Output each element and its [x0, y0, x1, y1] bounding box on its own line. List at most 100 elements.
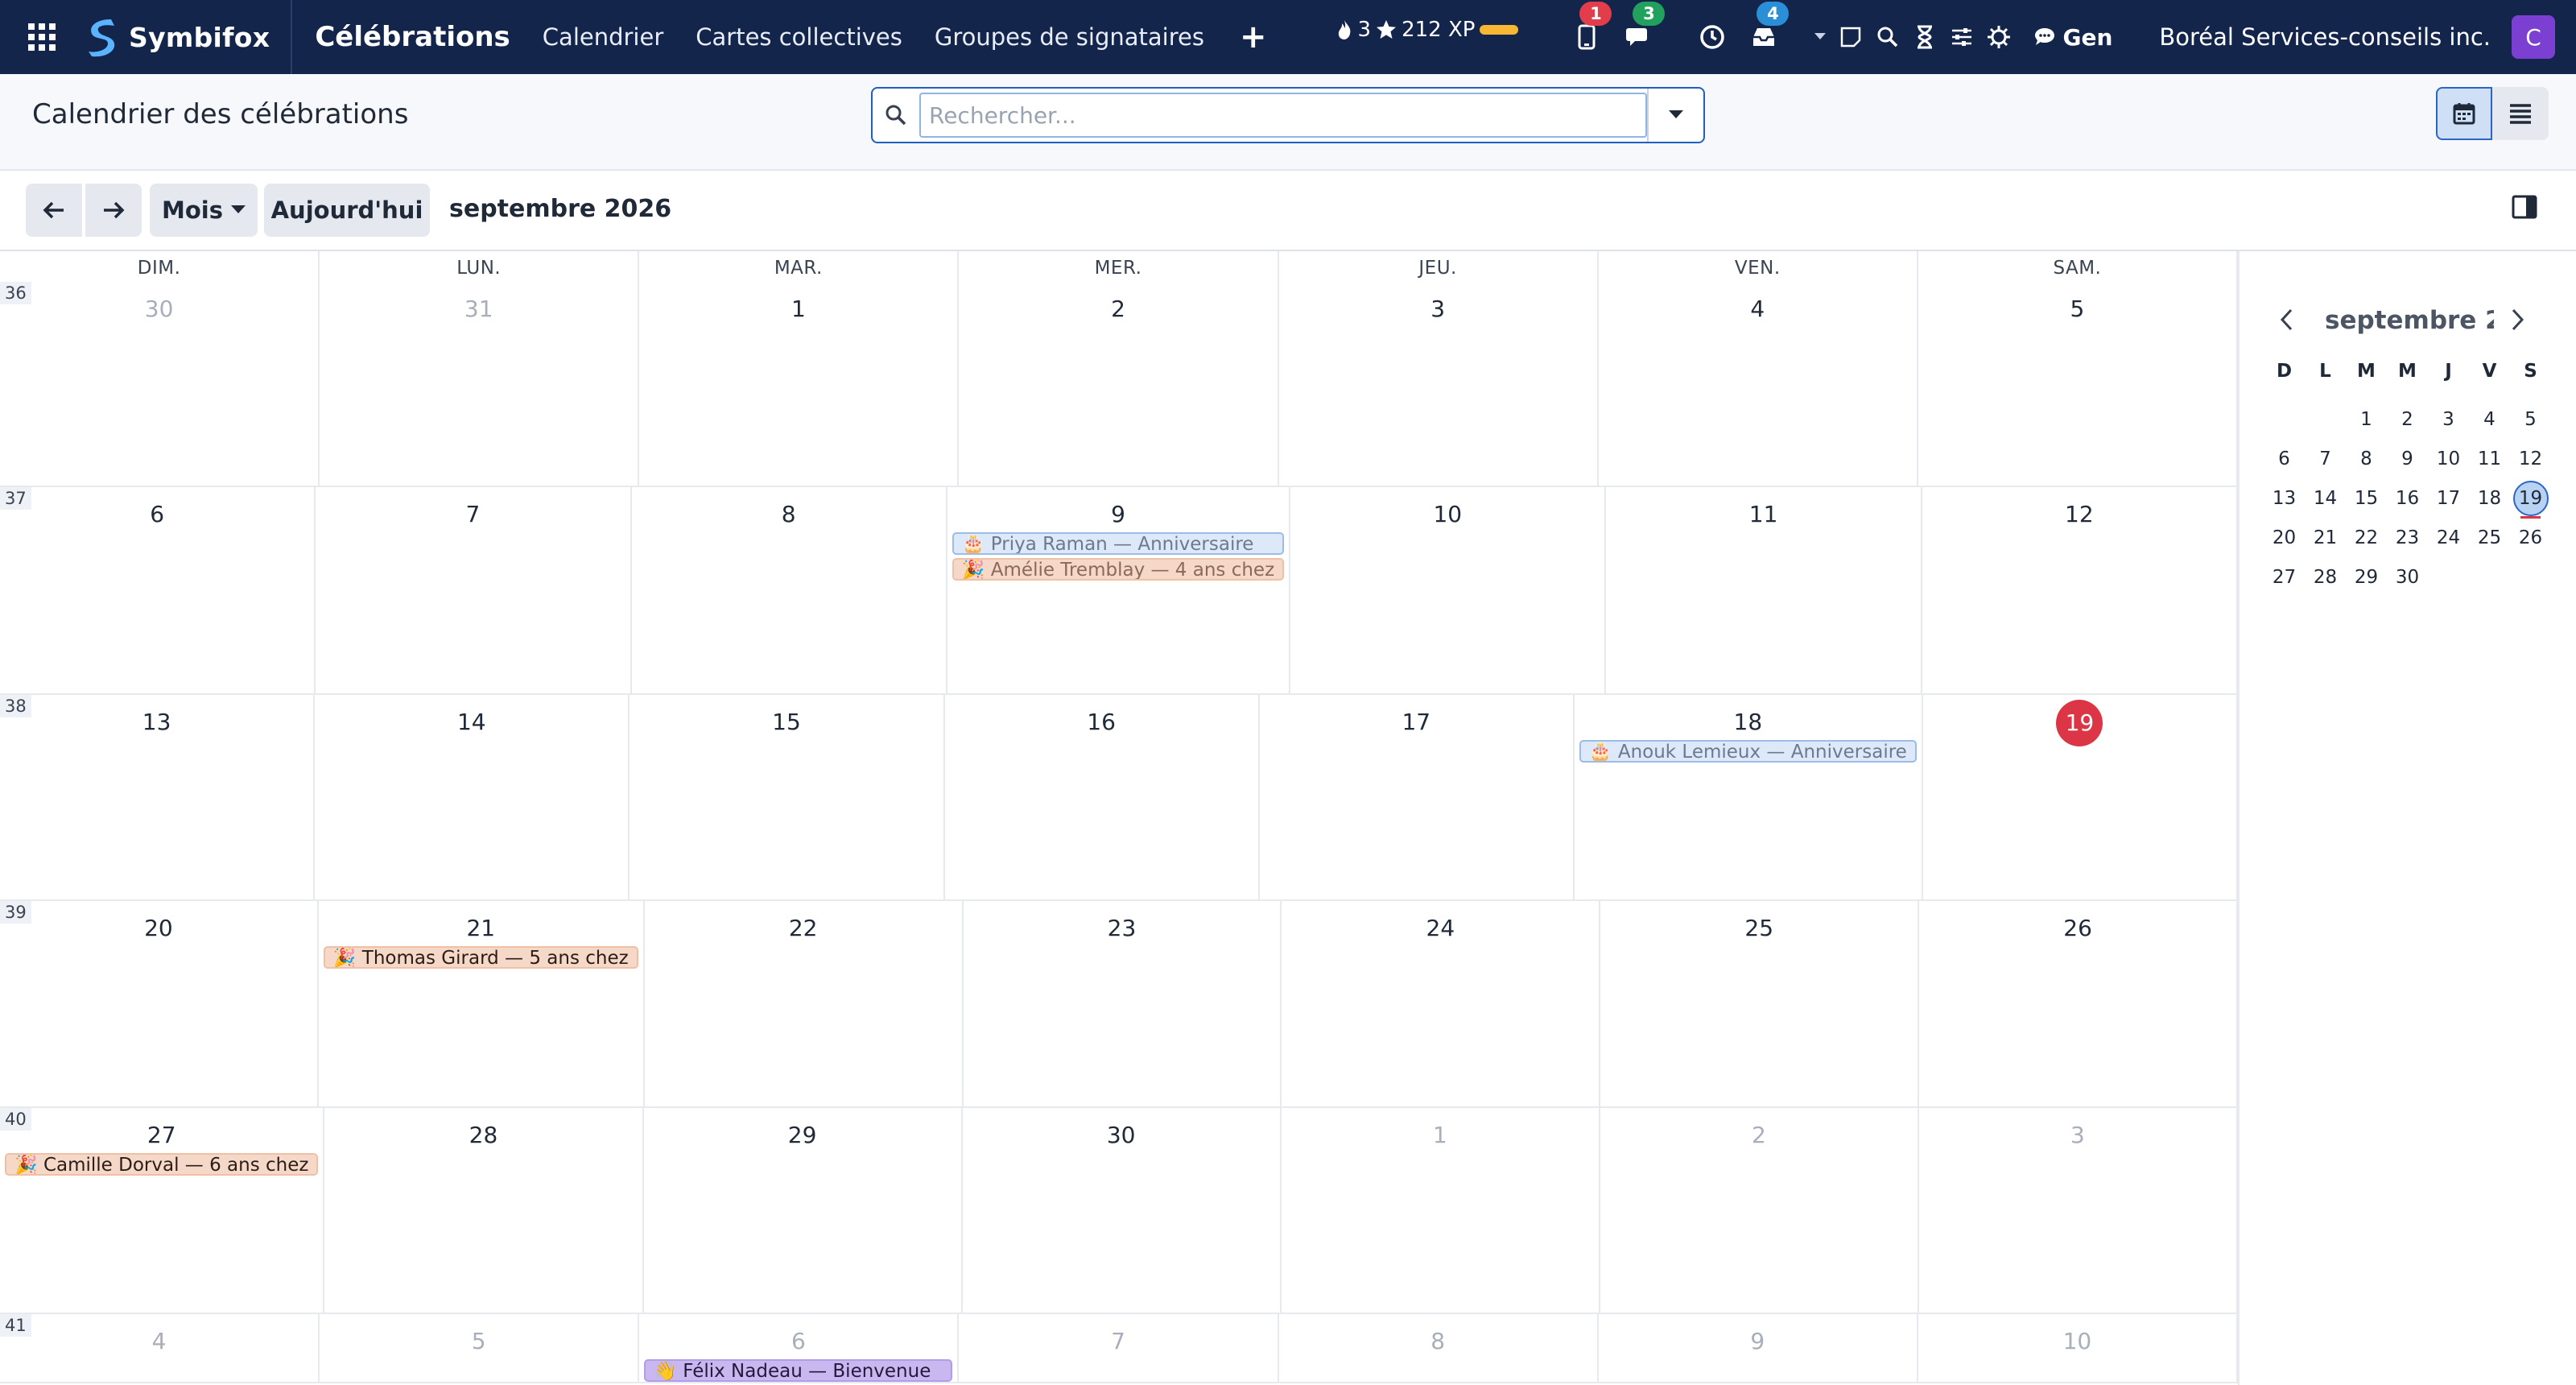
day-cell[interactable]: 31: [320, 282, 640, 486]
calendar-event[interactable]: 👋 Félix Nadeau — Bienvenue: [644, 1359, 953, 1382]
day-cell[interactable]: 2: [1600, 1108, 1919, 1313]
mini-day[interactable]: 23: [2387, 519, 2428, 558]
menu-groupes-signataires[interactable]: Groupes de signataires: [935, 23, 1204, 51]
mini-day[interactable]: 4: [2469, 400, 2510, 440]
brand-logo[interactable]: Symbifox: [84, 0, 293, 74]
mini-prev-month-button[interactable]: [2278, 308, 2294, 335]
day-cell[interactable]: 18 🎂 Anouk Lemieux — Anniversaire: [1575, 695, 1923, 899]
mini-day[interactable]: 6: [2264, 440, 2305, 479]
day-cell[interactable]: 4: [1599, 282, 1918, 486]
search-input[interactable]: [919, 93, 1647, 138]
day-cell[interactable]: 1: [639, 282, 960, 486]
scale-dropdown[interactable]: Mois: [150, 184, 258, 237]
mobile-button[interactable]: 1: [1567, 0, 1612, 74]
mini-day[interactable]: 7: [2305, 440, 2346, 479]
day-cell[interactable]: 21 🎉 Thomas Girard — 5 ans chez: [319, 901, 645, 1106]
mini-day[interactable]: 10: [2428, 440, 2469, 479]
mini-next-month-button[interactable]: [2510, 308, 2526, 335]
add-menu-button[interactable]: +: [1240, 19, 1267, 56]
next-period-button[interactable]: [85, 184, 142, 237]
day-cell[interactable]: 9 🎂 Priya Raman — Anniversaire 🎉 Amélie Tr…: [947, 487, 1291, 693]
mini-day[interactable]: 29: [2346, 558, 2387, 597]
user-avatar[interactable]: C: [2512, 15, 2555, 59]
calendar-event[interactable]: 🎂 Priya Raman — Anniversaire: [952, 532, 1285, 555]
list-view-button[interactable]: [2492, 87, 2549, 140]
day-cell[interactable]: 6: [0, 487, 316, 693]
calendar-event[interactable]: 🎉 Thomas Girard — 5 ans chez: [323, 946, 638, 969]
calendar-event[interactable]: 🎉 Amélie Tremblay — 4 ans chez: [952, 558, 1285, 581]
app-title[interactable]: Célébrations: [315, 21, 510, 53]
day-cell[interactable]: 15: [630, 695, 945, 899]
gen-ai-button[interactable]: Gen: [2033, 24, 2112, 51]
company-switcher[interactable]: Boréal Services-conseils inc.: [2159, 23, 2491, 51]
mini-day[interactable]: 2: [2387, 400, 2428, 440]
day-cell[interactable]: 9: [1599, 1314, 1918, 1382]
filters-button[interactable]: [1943, 0, 1980, 74]
mini-day[interactable]: 11: [2469, 440, 2510, 479]
day-cell[interactable]: 19: [1923, 695, 2238, 899]
settings-button[interactable]: [1980, 0, 2017, 74]
previous-period-button[interactable]: [26, 184, 82, 237]
day-cell[interactable]: 27 🎉 Camille Dorval — 6 ans chez: [0, 1108, 325, 1313]
mini-day[interactable]: 16: [2387, 479, 2428, 519]
day-cell[interactable]: 30: [963, 1108, 1282, 1313]
mini-day[interactable]: 17: [2428, 479, 2469, 519]
search-options-toggle[interactable]: [1647, 89, 1703, 142]
day-cell[interactable]: 8: [632, 487, 947, 693]
day-cell[interactable]: 11: [1606, 487, 1922, 693]
day-cell[interactable]: 5: [1918, 282, 2238, 486]
day-cell[interactable]: 22: [645, 901, 964, 1106]
calendar-event[interactable]: 🎉 Camille Dorval — 6 ans chez: [5, 1153, 319, 1176]
today-button[interactable]: Aujourd'hui: [264, 184, 430, 237]
mini-day[interactable]: 28: [2305, 558, 2346, 597]
mini-day[interactable]: 21: [2305, 519, 2346, 558]
mini-day[interactable]: 25: [2469, 519, 2510, 558]
mini-day[interactable]: 3: [2428, 400, 2469, 440]
systray-dropdown[interactable]: [1808, 0, 1832, 74]
day-cell[interactable]: 29: [644, 1108, 963, 1313]
day-cell[interactable]: 20: [0, 901, 319, 1106]
mini-day[interactable]: 18: [2469, 479, 2510, 519]
mini-day[interactable]: 12: [2510, 440, 2551, 479]
day-cell[interactable]: 23: [964, 901, 1282, 1106]
activities-button[interactable]: 4: [1744, 0, 1790, 74]
gamification-widget[interactable]: 3 212 XP: [1335, 18, 1519, 42]
day-cell[interactable]: 8: [1279, 1314, 1599, 1382]
mini-day[interactable]: 5: [2510, 400, 2551, 440]
day-cell[interactable]: 5: [320, 1314, 640, 1382]
mini-day[interactable]: 8: [2346, 440, 2387, 479]
day-cell[interactable]: 13: [0, 695, 316, 899]
messages-button[interactable]: 3: [1620, 0, 1666, 74]
mini-day[interactable]: 15: [2346, 479, 2387, 519]
calendar-event[interactable]: 🎂 Anouk Lemieux — Anniversaire: [1579, 740, 1917, 763]
day-cell[interactable]: 24: [1282, 901, 1601, 1106]
day-cell[interactable]: 25: [1600, 901, 1920, 1106]
day-cell[interactable]: 7: [316, 487, 632, 693]
mini-day[interactable]: 27: [2264, 558, 2305, 597]
mini-day[interactable]: 9: [2387, 440, 2428, 479]
mini-day[interactable]: 20: [2264, 519, 2305, 558]
day-cell[interactable]: 26: [1919, 901, 2238, 1106]
day-cell[interactable]: 1: [1282, 1108, 1600, 1313]
day-cell[interactable]: 10: [1290, 487, 1607, 693]
mini-day[interactable]: 30: [2387, 558, 2428, 597]
day-cell[interactable]: 10: [1918, 1314, 2238, 1382]
day-cell[interactable]: 3: [1279, 282, 1599, 486]
day-cell[interactable]: 4: [0, 1314, 320, 1382]
global-search-button[interactable]: [1869, 0, 1906, 74]
clock-button[interactable]: [1692, 0, 1732, 74]
day-cell[interactable]: 16: [945, 695, 1260, 899]
day-cell[interactable]: 7: [959, 1314, 1279, 1382]
day-cell[interactable]: 30: [0, 282, 320, 486]
mini-day[interactable]: 13: [2264, 479, 2305, 519]
day-cell[interactable]: 28: [324, 1108, 644, 1313]
day-cell[interactable]: 17: [1260, 695, 1575, 899]
notes-button[interactable]: [1832, 0, 1869, 74]
day-cell[interactable]: 6 👋 Félix Nadeau — Bienvenue: [639, 1314, 960, 1382]
app-menu-button[interactable]: [0, 0, 84, 74]
menu-calendrier[interactable]: Calendrier: [543, 23, 663, 51]
mini-day[interactable]: 14: [2305, 479, 2346, 519]
calendar-view-button[interactable]: [2436, 87, 2492, 140]
day-cell[interactable]: 12: [1922, 487, 2238, 693]
mini-day-selected[interactable]: 19: [2510, 479, 2551, 519]
